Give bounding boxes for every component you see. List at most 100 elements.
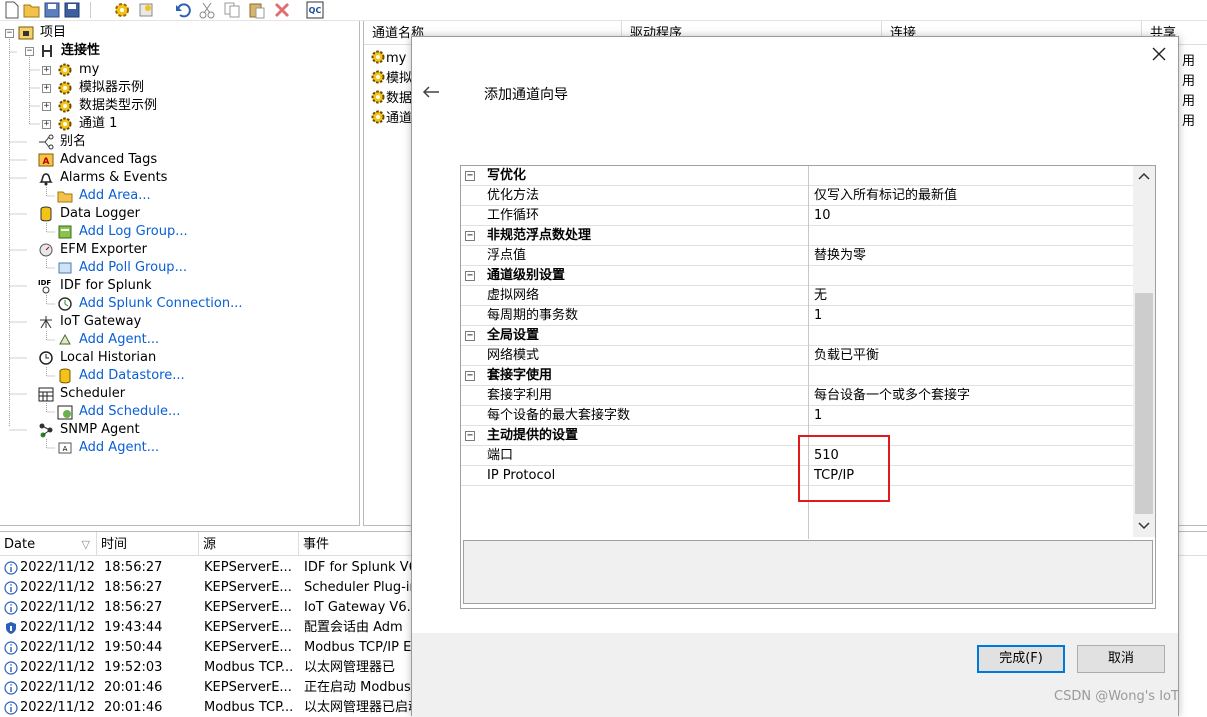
property-row[interactable]: 每个设备的最大套接字数 1 [461, 406, 1133, 426]
expand-box[interactable]: + [42, 102, 51, 111]
root-collapse-box[interactable]: − [5, 29, 14, 38]
property-row[interactable]: IP Protocol TCP/IP [461, 466, 1133, 486]
expand-box[interactable]: + [42, 66, 51, 75]
property-row[interactable]: 端口 510 [461, 446, 1133, 466]
tree-item-alias[interactable]: 别名 [60, 133, 86, 151]
property-value[interactable]: 10 [808, 206, 1133, 226]
property-value[interactable]: 1 [808, 306, 1133, 326]
historian-clock-icon [39, 351, 53, 365]
property-row[interactable]: 优化方法 仅写入所有标记的最新值 [461, 186, 1133, 206]
add-area-link[interactable]: Add Area... [79, 187, 151, 205]
add-schedule-link[interactable]: Add Schedule... [79, 403, 180, 421]
log-header-time[interactable]: 时间 [97, 532, 199, 556]
tree-item-idf-splunk[interactable]: IDF for Splunk [60, 277, 152, 295]
group-collapse-box[interactable]: − [465, 431, 475, 441]
property-group-label: 非规范浮点数处理 [487, 228, 592, 243]
property-value[interactable]: 仅写入所有标记的最新值 [808, 186, 1133, 206]
scroll-down-icon[interactable] [1138, 522, 1150, 530]
property-group[interactable]: − 套接字使用 [461, 366, 1133, 386]
group-collapse-box[interactable]: − [465, 231, 475, 241]
add-splunk-connection-link[interactable]: Add Splunk Connection... [79, 295, 243, 313]
property-value[interactable]: 1 [808, 406, 1133, 426]
database-icon [40, 206, 52, 222]
tree-connectivity-label[interactable]: 连接性 [61, 42, 100, 60]
log-header-source[interactable]: 源 [199, 532, 299, 556]
add-datastore-link[interactable]: Add Datastore... [79, 367, 185, 385]
save-as-icon[interactable] [63, 1, 81, 19]
property-value[interactable]: 每台设备一个或多个套接字 [808, 386, 1133, 406]
property-group[interactable]: − 主动提供的设置 [461, 426, 1133, 446]
tree-item-efm-exporter[interactable]: EFM Exporter [60, 241, 147, 259]
security-shield-icon [6, 622, 16, 634]
delete-icon[interactable] [273, 1, 291, 19]
add-poll-group-link[interactable]: Add Poll Group... [79, 259, 187, 277]
copy-icon[interactable] [223, 1, 241, 19]
property-group[interactable]: − 通道级别设置 [461, 266, 1133, 286]
close-icon[interactable] [1152, 47, 1166, 61]
add-log-group-link[interactable]: Add Log Group... [79, 223, 188, 241]
cut-icon[interactable] [198, 1, 216, 19]
info-icon [4, 561, 18, 575]
log-cell-date: 2022/11/12 [20, 640, 95, 655]
tree-item-advanced-tags[interactable]: Advanced Tags [60, 151, 157, 169]
scrollbar-thumb[interactable] [1135, 293, 1153, 514]
snmp-network-icon [39, 423, 53, 438]
tree-channel-label[interactable]: my [79, 61, 99, 79]
list-item[interactable]: 数据 [370, 89, 412, 109]
list-item[interactable]: 通道 [370, 109, 412, 129]
gear-icon[interactable] [113, 1, 131, 19]
tree-channel-label[interactable]: 数据类型示例 [79, 97, 157, 115]
log-cell-src: KEPServerE... [204, 560, 292, 575]
property-row[interactable]: 套接字利用 每台设备一个或多个套接字 [461, 386, 1133, 406]
tree-channel-label[interactable]: 模拟器示例 [79, 79, 144, 97]
list-item[interactable]: my [370, 49, 406, 69]
tree-item-iot-gateway[interactable]: IoT Gateway [60, 313, 141, 331]
property-row[interactable]: 虚拟网络 无 [461, 286, 1133, 306]
property-row[interactable]: 浮点值 替换为零 [461, 246, 1133, 266]
tree-item-scheduler[interactable]: Scheduler [60, 385, 125, 403]
group-collapse-box[interactable]: − [465, 171, 475, 181]
property-group[interactable]: − 全局设置 [461, 326, 1133, 346]
scroll-up-icon[interactable] [1138, 172, 1150, 180]
group-collapse-box[interactable]: − [465, 271, 475, 281]
group-collapse-box[interactable]: − [465, 331, 475, 341]
property-row[interactable]: 网络模式 负载已平衡 [461, 346, 1133, 366]
undo-icon[interactable] [174, 1, 192, 19]
log-cell-src: KEPServerE... [204, 600, 292, 615]
property-value[interactable]: 负载已平衡 [808, 346, 1133, 366]
property-row[interactable]: 工作循环 10 [461, 206, 1133, 226]
log-header-date[interactable]: Date ▽ [0, 532, 97, 556]
log-cell-src: KEPServerE... [204, 580, 292, 595]
add-snmp-agent-link[interactable]: Add Agent... [79, 439, 159, 457]
property-row[interactable]: 每周期的事务数 1 [461, 306, 1133, 326]
expand-box[interactable]: + [42, 120, 51, 129]
property-value[interactable]: 替换为零 [808, 246, 1133, 266]
expand-box[interactable]: + [42, 84, 51, 93]
tree-item-snmp-agent[interactable]: SNMP Agent [60, 421, 140, 439]
open-folder-icon[interactable] [23, 1, 41, 19]
property-group[interactable]: − 写优化 [461, 166, 1133, 186]
scrollbar[interactable] [1133, 166, 1155, 537]
back-arrow-icon[interactable] [422, 85, 440, 99]
property-group[interactable]: − 非规范浮点数处理 [461, 226, 1133, 246]
cancel-button[interactable]: 取消 [1077, 645, 1165, 673]
tree-item-data-logger[interactable]: Data Logger [60, 205, 140, 223]
property-group-label: 主动提供的设置 [487, 428, 579, 443]
property-name: 网络模式 [487, 348, 540, 363]
paste-icon[interactable] [248, 1, 266, 19]
new-file-icon[interactable] [3, 1, 21, 19]
tree-item-local-historian[interactable]: Local Historian [60, 349, 156, 367]
tree-item-alarms-events[interactable]: Alarms & Events [60, 169, 167, 187]
connectivity-collapse-box[interactable]: − [25, 47, 34, 56]
properties-icon[interactable] [137, 1, 155, 19]
save-icon[interactable] [43, 1, 61, 19]
finish-button[interactable]: 完成(F) [977, 645, 1065, 673]
add-agent-link[interactable]: Add Agent... [79, 331, 159, 349]
group-collapse-box[interactable]: − [465, 371, 475, 381]
tree-channel-label[interactable]: 通道 1 [79, 115, 117, 133]
list-item-shared: 用 [1182, 54, 1196, 69]
quick-client-icon[interactable]: QC [306, 1, 324, 19]
list-item[interactable]: 模拟 [370, 69, 412, 89]
property-value[interactable]: 无 [808, 286, 1133, 306]
tree-root-label[interactable]: 项目 [40, 24, 66, 42]
